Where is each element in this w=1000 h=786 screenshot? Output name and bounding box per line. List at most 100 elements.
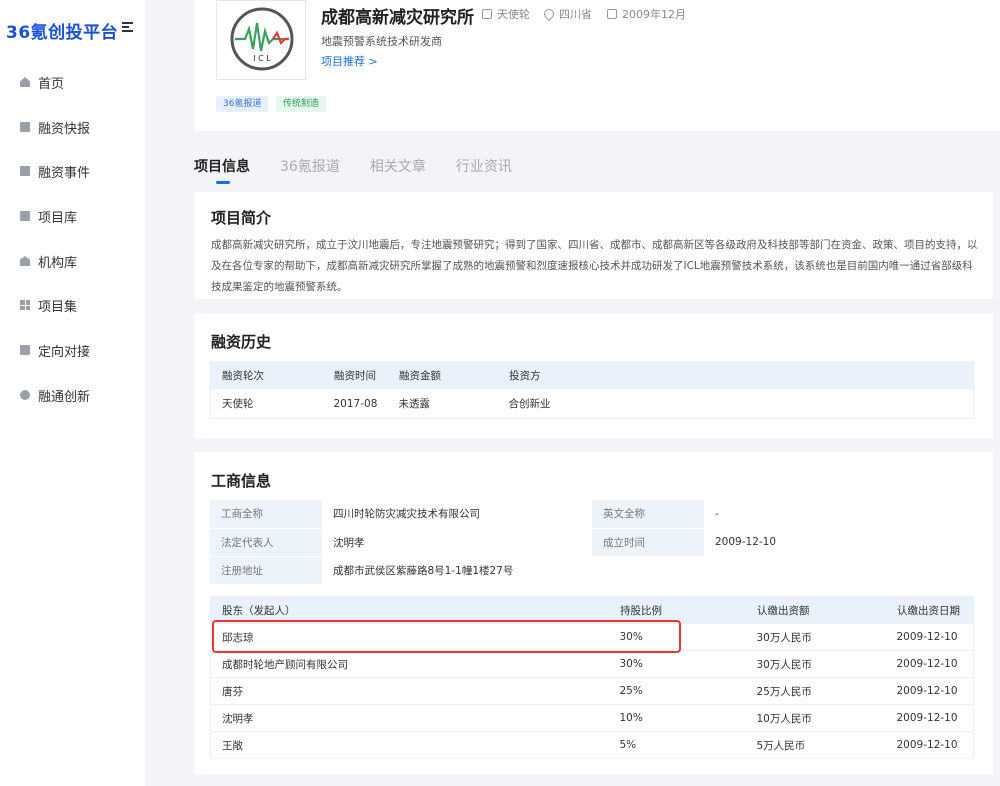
table-cell: 2017-08 [322, 388, 388, 419]
logo-text: I C L [253, 54, 271, 63]
intro-text: 成都高新减灾研究所，成立于汶川地震后，专注地震预警研究；得到了国家、四川省、成都… [211, 239, 978, 293]
table-header: 投资方 [497, 361, 974, 389]
table-header: 认缴出资日期 [885, 596, 974, 624]
investor-link[interactable]: 合创新业 [497, 388, 974, 419]
grid-icon [20, 300, 30, 310]
circle-icon [20, 390, 30, 400]
home-icon [20, 77, 30, 87]
info-key: 法定代表人 [210, 528, 322, 557]
sidebar-item-funding-news[interactable]: 融资快报 [20, 117, 90, 137]
menu-toggle-icon[interactable] [122, 22, 133, 32]
sidebar: 36氪创投平台 首页 融资快报 融资事件 项目库 机构库 项目集 定向对接 融通… [0, 0, 145, 786]
founded-text: 2009年12月 [622, 8, 686, 21]
info-key: 英文全称 [592, 500, 704, 529]
business-title: 工商信息 [211, 472, 272, 490]
sidebar-item-label: 项目集 [38, 299, 78, 315]
sidebar-item-projects[interactable]: 项目库 [20, 206, 77, 226]
sidebar-item-label: 融资事件 [38, 165, 91, 181]
location-meta: 四川省 [541, 6, 592, 22]
sidebar-item-label: 融资快报 [38, 121, 91, 137]
table-cell: 25% [608, 677, 746, 705]
tag-industry[interactable]: 传统制造 [276, 96, 327, 112]
calendar-icon [607, 9, 617, 19]
table-header: 认缴出资额 [745, 596, 886, 624]
table-cell: 5万人民币 [745, 731, 886, 759]
table-cell: 2009-12-10 [885, 623, 974, 651]
info-value: 四川时轮防灾减灾技术有限公司 [322, 500, 592, 529]
table-cell: 未透露 [387, 388, 498, 419]
info-key: 工商全称 [210, 500, 322, 529]
highlight-annotation [212, 620, 681, 653]
sidebar-item-funding-events[interactable]: 融资事件 [20, 161, 90, 181]
table-cell: 2009-12-10 [885, 704, 974, 732]
financing-title: 融资历史 [211, 333, 272, 351]
table-cell: 10% [608, 704, 746, 732]
table-row: 王敞 5% 5万人民币 2009-12-10 [210, 731, 974, 759]
round-meta: 天使轮 [482, 6, 530, 22]
intro-card: 项目简介 成都高新减灾研究所，成立于汶川地震后，专注地震预警研究；得到了国家、四… [194, 192, 993, 299]
table-cell: 10万人民币 [745, 704, 886, 732]
tab-36kr-report[interactable]: 36氪报道 [280, 156, 340, 176]
table-row: 沈明孝 10% 10万人民币 2009-12-10 [210, 704, 974, 732]
table-cell: 2009-12-10 [885, 650, 974, 678]
info-key: 成立时间 [592, 528, 704, 557]
sidebar-item-innovation[interactable]: 融通创新 [20, 385, 90, 405]
tag-36kr[interactable]: 36氪报道 [216, 96, 269, 112]
info-row: 工商全称 四川时轮防灾减灾技术有限公司 英文全称 - [210, 500, 974, 529]
table-cell: 2009-12-10 [885, 677, 974, 705]
table-row: 成都时轮地产顾问有限公司 30% 30万人民币 2009-12-10 [210, 650, 974, 678]
info-value: 2009-12-10 [704, 528, 974, 557]
table-header: 融资轮次 [210, 361, 323, 389]
table-header: 融资时间 [322, 361, 388, 389]
sidebar-item-institutions[interactable]: 机构库 [20, 251, 77, 271]
table-cell: 5% [608, 731, 746, 759]
table-cell: 30万人民币 [745, 650, 886, 678]
sidebar-item-label: 融通创新 [38, 389, 91, 405]
tab-project-info[interactable]: 项目信息 [194, 156, 250, 184]
sidebar-item-label: 项目库 [38, 210, 78, 226]
doc-icon [20, 345, 30, 355]
table-header: 融资金额 [387, 361, 498, 389]
tab-related-articles[interactable]: 相关文章 [370, 156, 426, 176]
info-row: 注册地址 成都市武侯区紫藤路8号1-1幢1楼27号 [210, 556, 974, 585]
doc-icon [20, 211, 30, 221]
table-row: 唐芬 25% 25万人民币 2009-12-10 [210, 677, 974, 705]
company-description: 地震预警系统技术研发商 [321, 35, 442, 48]
info-value: - [704, 500, 974, 529]
sidebar-item-home[interactable]: 首页 [20, 72, 64, 92]
table-cell: 25万人民币 [745, 677, 886, 705]
recommend-link[interactable]: 项目推荐 > [321, 53, 378, 69]
content-tabs: 项目信息 36氪报道 相关文章 行业资讯 [194, 156, 542, 184]
sidebar-item-matching[interactable]: 定向对接 [20, 340, 90, 360]
info-row: 法定代表人 沈明孝 成立时间 2009-12-10 [210, 528, 974, 557]
company-logo: I C L [216, 0, 306, 80]
shareholder-name: 王敞 [210, 731, 609, 759]
sidebar-item-label: 首页 [38, 76, 65, 92]
sidebar-item-label: 定向对接 [38, 344, 91, 360]
info-value: 成都市武侯区紫藤路8号1-1幢1楼27号 [322, 556, 974, 585]
intro-title: 项目简介 [211, 209, 272, 227]
shareholder-name: 沈明孝 [210, 704, 609, 732]
info-key: 注册地址 [210, 556, 322, 585]
info-value: 沈明孝 [322, 528, 592, 557]
sidebar-item-collections[interactable]: 项目集 [20, 295, 77, 315]
location-pin-icon [541, 6, 557, 22]
brand-name: 36氪创投平台 [6, 23, 119, 43]
sidebar-item-label: 机构库 [38, 255, 78, 271]
tab-industry-news[interactable]: 行业资讯 [456, 156, 512, 176]
table-cell: 天使轮 [210, 388, 323, 419]
business-info-table: 工商全称 四川时轮防灾减灾技术有限公司 英文全称 - 法定代表人 沈明孝 成立时… [210, 500, 974, 585]
financing-table: 融资轮次 融资时间 融资金额 投资方 天使轮 2017-08 未透露 合创新业 [210, 361, 974, 419]
folder-icon [20, 166, 30, 176]
table-cell: 30万人民币 [745, 623, 886, 651]
bank-icon [20, 256, 30, 266]
brand-logo[interactable]: 36氪创投平台 [6, 18, 118, 43]
chart-icon [482, 9, 492, 19]
financing-card: 融资历史 融资轮次 融资时间 融资金额 投资方 天使轮 2017-08 未透露 … [194, 314, 993, 438]
shareholder-name: 成都时轮地产顾问有限公司 [210, 650, 609, 678]
doc-icon [20, 122, 30, 132]
shareholder-name: 唐芬 [210, 677, 609, 705]
company-header-card: I C L 成都高新减灾研究所 天使轮 四川省 2009年12月 地震预警系统技… [194, 0, 1000, 131]
round-text: 天使轮 [497, 8, 530, 21]
table-row: 天使轮 2017-08 未透露 合创新业 [210, 388, 974, 419]
